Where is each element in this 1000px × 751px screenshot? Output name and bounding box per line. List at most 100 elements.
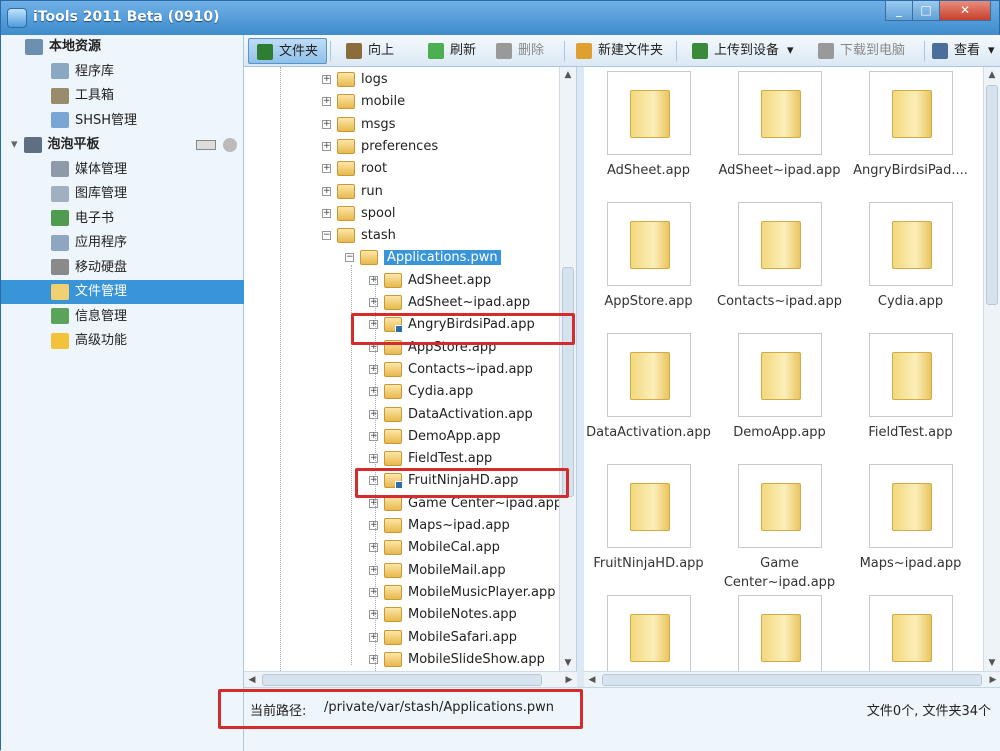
expand-node-icon[interactable]: + bbox=[322, 119, 331, 129]
folder-tile[interactable]: Game Center~ipad.app bbox=[717, 464, 842, 592]
folder-tile[interactable]: DataActivation.app bbox=[586, 333, 711, 442]
expand-node-icon[interactable]: + bbox=[369, 587, 378, 597]
expand-node-icon[interactable]: + bbox=[369, 298, 378, 307]
tree-node[interactable]: − stash bbox=[322, 225, 396, 247]
expand-node-icon[interactable]: + bbox=[322, 75, 331, 84]
scroll-thumb[interactable] bbox=[562, 267, 574, 497]
collapse-arrow-icon[interactable]: ▾ bbox=[11, 137, 18, 152]
delete-button[interactable]: 删除 bbox=[494, 38, 544, 64]
scroll-up-arrow-icon[interactable]: ▲ bbox=[560, 67, 576, 83]
sidebar-item[interactable]: 文件管理 bbox=[1, 280, 244, 304]
scroll-right-arrow-icon[interactable]: ▶ bbox=[985, 672, 1000, 688]
tree-node[interactable]: + Maps~ipad.app bbox=[369, 515, 510, 537]
collapse-node-icon[interactable]: − bbox=[322, 231, 331, 241]
minimize-button[interactable]: _ bbox=[885, 1, 913, 21]
expand-node-icon[interactable]: + bbox=[322, 97, 331, 107]
title-bar[interactable]: iTools 2011 Beta (0910) _ □ ✕ bbox=[1, 1, 999, 35]
scroll-thumb[interactable] bbox=[986, 85, 998, 305]
tree-node[interactable]: + MobileMail.app bbox=[369, 560, 506, 582]
close-button[interactable]: ✕ bbox=[939, 1, 991, 21]
expand-node-icon[interactable]: + bbox=[369, 610, 378, 620]
expand-node-icon[interactable]: + bbox=[369, 543, 378, 553]
expand-node-icon[interactable]: + bbox=[322, 186, 331, 196]
expand-node-icon[interactable]: + bbox=[369, 498, 378, 508]
tree-node[interactable]: + MobileSlideShow.app bbox=[369, 649, 545, 671]
folder-tile[interactable]: FieldTest.app bbox=[848, 333, 973, 442]
expand-node-icon[interactable]: + bbox=[369, 387, 378, 397]
dropdown-arrow-icon[interactable]: ▾ bbox=[787, 43, 794, 58]
tree-node[interactable]: + spool bbox=[322, 203, 396, 225]
scroll-down-arrow-icon[interactable]: ▼ bbox=[560, 655, 576, 671]
sidebar-item[interactable]: 电子书 bbox=[1, 207, 244, 231]
scroll-thumb[interactable] bbox=[602, 674, 982, 686]
sidebar-item[interactable]: 媒体管理 bbox=[1, 158, 244, 182]
tree-node[interactable]: + Cydia.app bbox=[369, 381, 473, 403]
tree-node[interactable]: + mobile bbox=[322, 91, 405, 113]
dropdown-arrow-icon[interactable]: ▾ bbox=[988, 43, 995, 58]
expand-node-icon[interactable]: + bbox=[369, 431, 378, 441]
expand-node-icon[interactable]: + bbox=[322, 141, 331, 151]
tree-node[interactable]: + MobileSafari.app bbox=[369, 627, 517, 649]
folder-view-button[interactable]: 文件夹 bbox=[248, 38, 328, 64]
folder-tile[interactable]: DemoApp.app bbox=[717, 333, 842, 442]
collapse-node-icon[interactable]: − bbox=[345, 253, 354, 263]
grid-horizontal-scrollbar[interactable]: ◀ ▶ bbox=[584, 671, 1000, 688]
scroll-left-arrow-icon[interactable]: ◀ bbox=[244, 672, 260, 688]
folder-tile[interactable]: AdSheet~ipad.app bbox=[717, 71, 842, 180]
scroll-up-arrow-icon[interactable]: ▲ bbox=[984, 67, 1000, 83]
sidebar-item[interactable]: 移动硬盘 bbox=[1, 256, 244, 280]
folder-tile[interactable]: Maps~ipad.app bbox=[848, 464, 973, 573]
expand-node-icon[interactable]: + bbox=[369, 454, 378, 464]
tree-node[interactable]: + Contacts~ipad.app bbox=[369, 359, 533, 381]
view-button[interactable]: 查看 ▾ bbox=[930, 38, 995, 64]
download-button[interactable]: 下载到电脑 bbox=[816, 38, 905, 64]
sidebar-item[interactable]: 程序库 bbox=[1, 60, 244, 84]
sidebar-item[interactable]: 工具箱 bbox=[1, 84, 244, 108]
tree-horizontal-scrollbar[interactable]: ◀ ▶ bbox=[244, 671, 577, 688]
tree-node[interactable]: + FieldTest.app bbox=[369, 448, 492, 470]
sidebar-item[interactable]: 图库管理 bbox=[1, 182, 244, 206]
expand-node-icon[interactable]: + bbox=[322, 208, 331, 218]
up-button[interactable]: 向上 bbox=[344, 38, 394, 64]
upload-button[interactable]: 上传到设备 ▾ bbox=[690, 38, 794, 64]
grid-vertical-scrollbar[interactable]: ▲ ▼ bbox=[983, 67, 1000, 671]
tree-node[interactable]: + AdSheet~ipad.app bbox=[369, 292, 530, 314]
tree-node[interactable]: + AdSheet.app bbox=[369, 270, 491, 292]
scroll-down-arrow-icon[interactable]: ▼ bbox=[984, 655, 1000, 671]
folder-tile[interactable]: AppStore.app bbox=[586, 202, 711, 311]
file-grid[interactable]: AdSheet.app AdSheet~ipad.app AngryBirdsiPa… bbox=[584, 67, 1000, 687]
tree-node[interactable]: + DataActivation.app bbox=[369, 404, 533, 426]
refresh-button[interactable]: 刷新 bbox=[426, 38, 476, 64]
expand-node-icon[interactable]: + bbox=[369, 275, 378, 285]
tree-node[interactable]: + run bbox=[322, 181, 383, 203]
sidebar-item[interactable]: 信息管理 bbox=[1, 305, 244, 329]
tree-vertical-scrollbar[interactable]: ▲ ▼ bbox=[559, 67, 576, 671]
expand-node-icon[interactable]: + bbox=[369, 409, 378, 419]
new-folder-button[interactable]: 新建文件夹 bbox=[574, 38, 663, 64]
sidebar-item[interactable]: 高级功能 bbox=[1, 329, 244, 353]
scroll-left-arrow-icon[interactable]: ◀ bbox=[584, 672, 600, 688]
sidebar-item[interactable]: 应用程序 bbox=[1, 231, 244, 255]
scroll-right-arrow-icon[interactable]: ▶ bbox=[561, 672, 577, 688]
sidebar-item[interactable]: SHSH管理 bbox=[1, 109, 244, 133]
folder-tile[interactable]: Cydia.app bbox=[848, 202, 973, 311]
folder-tile[interactable]: AdSheet.app bbox=[586, 71, 711, 180]
folder-tile[interactable]: AngryBirdsiPad.... bbox=[848, 71, 973, 180]
expand-node-icon[interactable]: + bbox=[369, 364, 378, 374]
expand-node-icon[interactable]: + bbox=[322, 164, 331, 174]
eject-icon[interactable] bbox=[223, 138, 237, 152]
expand-node-icon[interactable]: + bbox=[369, 565, 378, 575]
tree-node[interactable]: + MobileCal.app bbox=[369, 537, 500, 559]
tree-node[interactable]: + msgs bbox=[322, 114, 395, 136]
tree-node[interactable]: + MobileMusicPlayer.app bbox=[369, 582, 556, 604]
maximize-button[interactable]: □ bbox=[912, 1, 940, 21]
folder-tree[interactable]: + logs + mobile + msgs + preferences + root + run + s… bbox=[244, 67, 577, 687]
tree-node[interactable]: − Applications.pwn bbox=[345, 247, 501, 269]
folder-tile[interactable]: Contacts~ipad.app bbox=[717, 202, 842, 311]
expand-node-icon[interactable]: + bbox=[369, 632, 378, 642]
expand-node-icon[interactable]: + bbox=[369, 521, 378, 530]
tree-node[interactable]: + DemoApp.app bbox=[369, 426, 501, 448]
tree-node[interactable]: + logs bbox=[322, 69, 388, 91]
scroll-thumb[interactable] bbox=[262, 674, 542, 686]
folder-tile[interactable]: FruitNinjaHD.app bbox=[586, 464, 711, 573]
